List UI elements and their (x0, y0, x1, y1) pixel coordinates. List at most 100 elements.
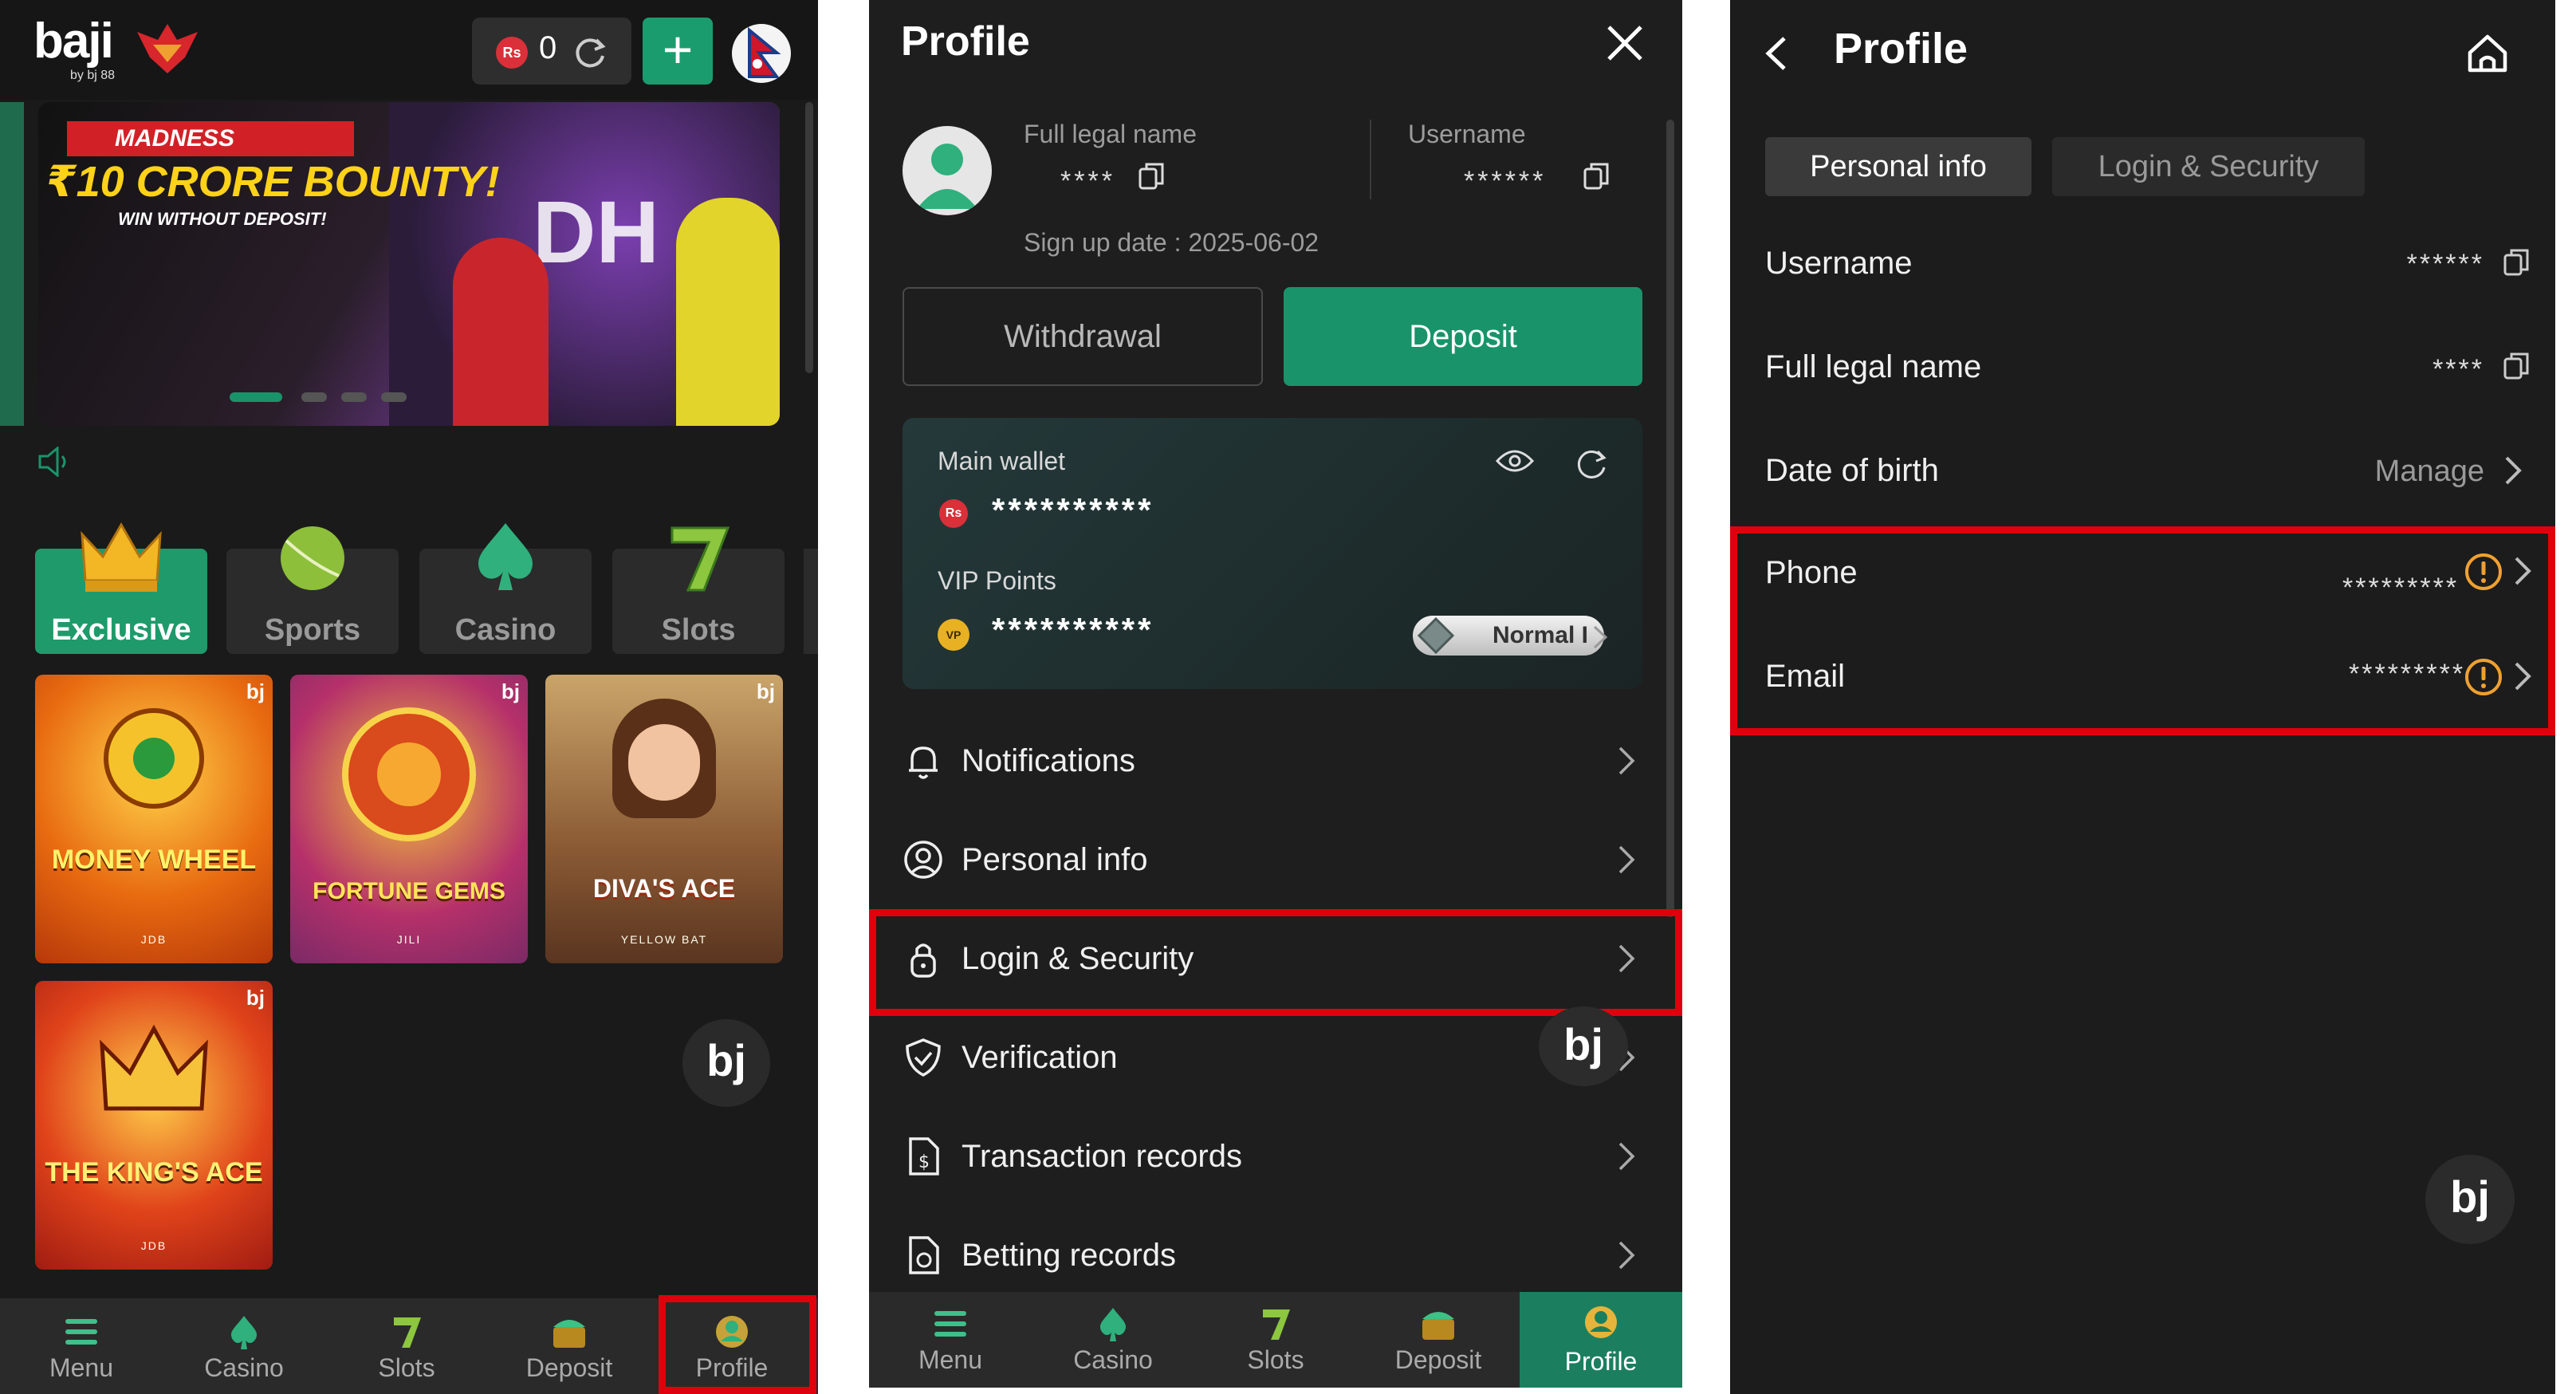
wheel-icon (104, 708, 204, 809)
seven-icon (394, 1317, 421, 1348)
deposit-button[interactable]: Deposit (1284, 287, 1642, 386)
nav-label: Slots (378, 1353, 435, 1382)
add-funds-button[interactable]: + (643, 18, 713, 85)
home-icon[interactable] (2465, 32, 2510, 75)
menu-betting-records[interactable]: Betting records (903, 1211, 1642, 1298)
avatar (903, 126, 992, 215)
full-name-value: **** (2432, 354, 2484, 384)
nav-profile[interactable]: Profile (1520, 1292, 1682, 1388)
category-slots[interactable]: Slots (612, 526, 785, 654)
copy-icon[interactable] (2502, 247, 2531, 278)
chevron-right-icon[interactable] (1591, 624, 1609, 651)
announcement-speaker-icon[interactable] (37, 447, 73, 477)
scrollbar[interactable] (805, 102, 813, 373)
eye-icon[interactable] (1496, 448, 1534, 474)
tab-login-security[interactable]: Login & Security (2052, 137, 2365, 196)
full-name-value: **** (1060, 166, 1115, 196)
category-casino[interactable]: Casino (419, 523, 592, 654)
cricket-ball-icon (281, 526, 344, 590)
highlight-box (1730, 526, 2555, 735)
nav-label: Profile (1564, 1347, 1638, 1376)
scrollbar[interactable] (1666, 120, 1674, 917)
nav-deposit[interactable]: Deposit (488, 1305, 651, 1394)
provider-badge: bj (501, 679, 520, 703)
nepal-flag-icon[interactable] (732, 24, 791, 83)
nav-label: Menu (918, 1345, 983, 1374)
menu-transaction-records[interactable]: $ Transaction records (903, 1112, 1642, 1199)
nav-label: Casino (204, 1353, 284, 1382)
vip-points-label: VIP Points (938, 566, 1056, 595)
category-label: Exclusive (51, 613, 191, 647)
tab-personal-info[interactable]: Personal info (1765, 137, 2031, 196)
banner-headline: MADNESS (67, 121, 354, 156)
back-arrow-icon[interactable] (1762, 35, 1789, 72)
shield-check-icon (906, 1038, 941, 1077)
treasure-chest-icon (553, 1320, 585, 1348)
game-card-fortune-gems[interactable]: bj FORTUNE GEMS JILI (290, 675, 528, 963)
provider-badge: bj (756, 679, 775, 703)
menu-notifications[interactable]: Notifications (903, 716, 1642, 804)
username-value: ****** (2406, 249, 2484, 279)
spade-icon (230, 1316, 258, 1349)
menu-personal-info[interactable]: Personal info (903, 815, 1642, 903)
category-label: Casino (454, 613, 556, 647)
vip-points-value: ********** (992, 611, 1154, 648)
banner-title: ₹10 CRORE BOUNTY! (46, 158, 500, 206)
username-label: Username (1408, 120, 1526, 148)
game-provider: JDB (140, 933, 167, 946)
seven-icon (671, 526, 730, 592)
chevron-right-icon[interactable] (2502, 453, 2524, 488)
game-card-kings-ace[interactable]: bj THE KING'S ACE JDB (35, 981, 273, 1270)
floating-bj-button[interactable]: bj (682, 1019, 770, 1107)
page-title: Profile (1834, 25, 1968, 73)
category-exclusive[interactable]: Exclusive (35, 522, 207, 654)
copy-icon[interactable] (1137, 161, 1166, 191)
nav-deposit[interactable]: Deposit (1357, 1297, 1520, 1386)
banner-subtitle: WIN WITHOUT DEPOSIT! (118, 209, 327, 229)
withdrawal-button[interactable]: Withdrawal (903, 287, 1263, 386)
full-name-label: Full legal name (1765, 349, 1982, 384)
refresh-icon[interactable] (1574, 447, 1609, 482)
provider-badge: bj (246, 679, 265, 703)
banner-team-text: DH (533, 183, 659, 282)
game-title: DIVA'S ACE (592, 874, 736, 903)
floating-bj-button[interactable]: bj (2425, 1155, 2515, 1244)
date-of-birth-manage[interactable]: Manage (2312, 455, 2484, 489)
copy-icon[interactable] (2502, 351, 2531, 381)
treasure-chest-icon (1422, 1312, 1454, 1340)
highlight-box (869, 909, 1682, 1016)
game-card-divas-ace[interactable]: bj DIVA'S ACE YELLOW BAT (545, 675, 783, 963)
seven-icon (1263, 1309, 1290, 1340)
floating-bj-button[interactable]: bj (1539, 1006, 1628, 1086)
home-screen: baji by bj 88 Rs 0 + DH MADNESS ₹10 CROR… (0, 0, 818, 1394)
hamburger-icon (65, 1319, 97, 1345)
baji-logo[interactable]: baji (33, 13, 114, 69)
game-card-money-wheel[interactable]: bj MONEY WHEEL JDB (35, 675, 273, 963)
refresh-icon[interactable] (572, 35, 608, 70)
nav-label: Deposit (525, 1353, 613, 1382)
nav-menu[interactable]: Menu (869, 1297, 1032, 1386)
nav-menu[interactable]: Menu (0, 1305, 163, 1394)
close-icon[interactable] (1603, 21, 1647, 65)
document-dollar-icon: $ (909, 1137, 939, 1175)
menu-label: Transaction records (962, 1139, 1242, 1174)
nav-casino[interactable]: Casino (163, 1305, 325, 1394)
main-wallet-value: ********** (992, 491, 1154, 529)
menu-label: Personal info (962, 842, 1148, 877)
nav-casino[interactable]: Casino (1032, 1297, 1194, 1386)
nav-slots[interactable]: Slots (1194, 1297, 1357, 1386)
player-figure (453, 238, 549, 426)
nav-label: Casino (1073, 1345, 1153, 1374)
copy-icon[interactable] (1582, 161, 1610, 191)
menu-verification[interactable]: Verification (903, 1013, 1642, 1101)
vip-coin-icon: VP (938, 619, 969, 651)
provider-badge: bj (246, 986, 265, 1010)
spade-icon (478, 523, 533, 590)
nav-slots[interactable]: Slots (325, 1305, 488, 1394)
chevron-right-icon (1618, 746, 1635, 775)
chevron-right-icon (1618, 1241, 1635, 1270)
spade-icon (1099, 1308, 1127, 1341)
carousel-dots[interactable] (230, 391, 437, 404)
vip-diamond-icon (1418, 617, 1454, 654)
category-sports[interactable]: Sports (226, 526, 399, 654)
